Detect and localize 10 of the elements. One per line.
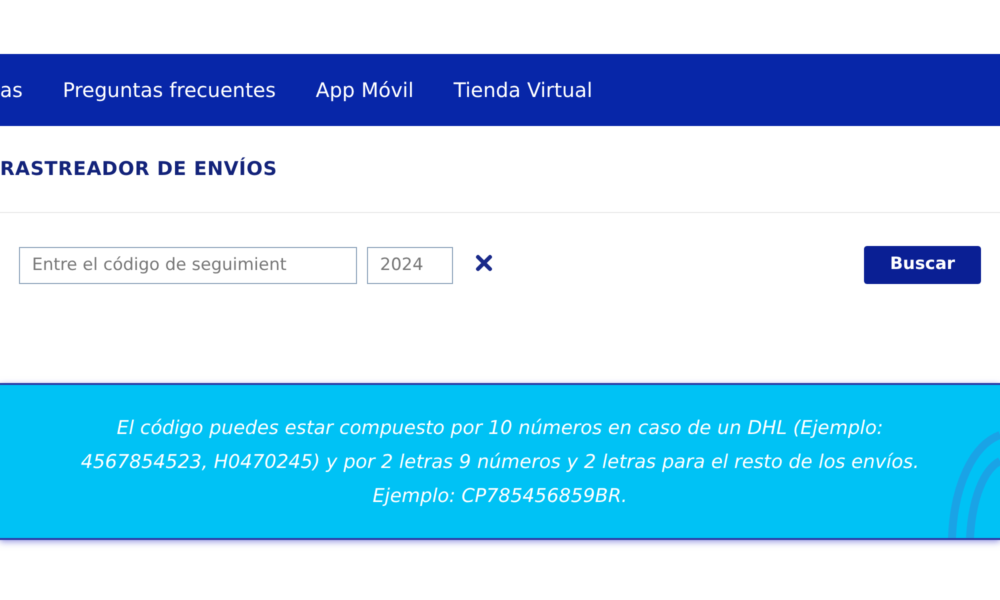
close-icon[interactable] <box>475 254 493 272</box>
nav-link[interactable]: Tienda Virtual <box>454 75 592 105</box>
nav-link[interactable]: as <box>0 75 23 105</box>
tracking-code-field[interactable]: Entre el código de seguimient <box>19 246 357 284</box>
search-button[interactable]: Buscar <box>864 246 981 284</box>
year-field[interactable]: 2024 <box>367 246 453 284</box>
info-text: El código puedes estar compuesto por 10 números en caso de un DHL (Ejemplo: 4567854523, H0470245) y por 2 letras 9 números y 2 letras para el resto de los envíos. Ejemplo: CP785456859BR. <box>80 416 920 508</box>
nav-link[interactable]: App Móvil <box>316 75 414 105</box>
nav-link[interactable]: Preguntas frecuentes <box>62 75 276 105</box>
page-title: RASTREADOR DE ENVÍOS <box>0 156 278 182</box>
